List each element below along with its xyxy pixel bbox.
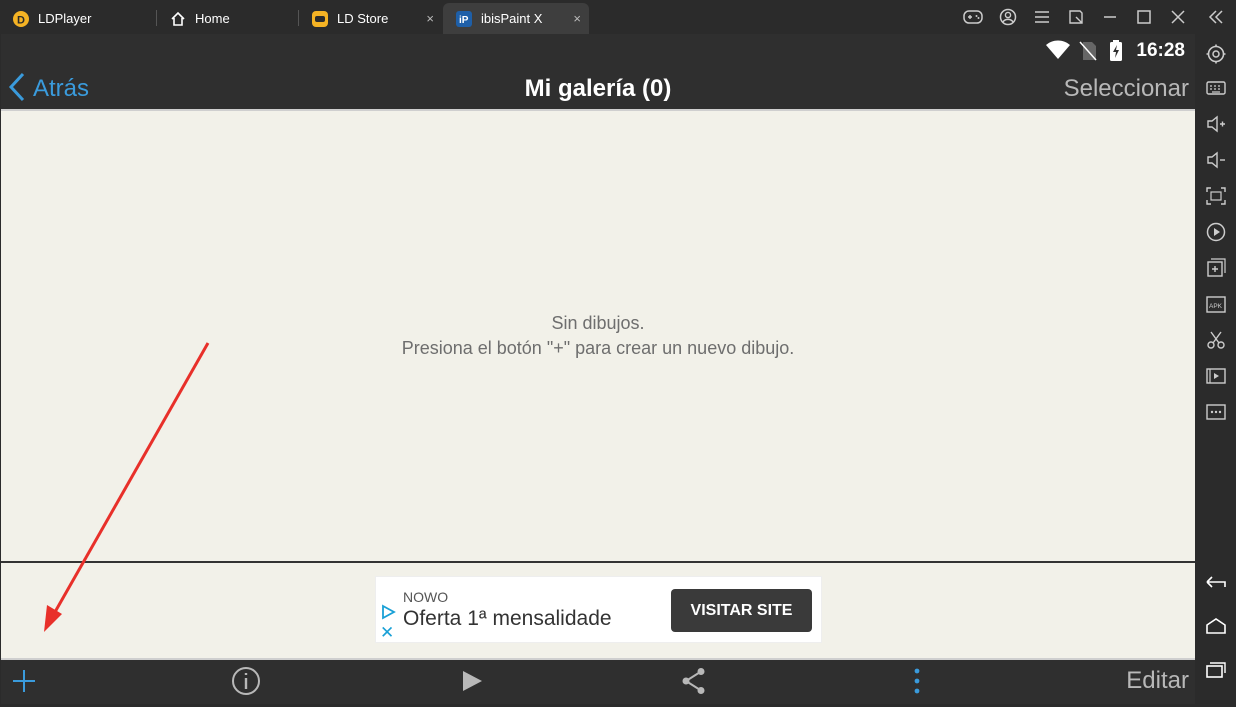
- play-button[interactable]: [457, 666, 487, 700]
- ldplayer-logo-icon: D: [12, 10, 30, 28]
- title-bar: D LDPlayer Home LD Store × iP ibisPaint …: [0, 0, 1236, 34]
- status-clock: 16:28: [1136, 40, 1185, 61]
- ad-banner[interactable]: ✕ NOWO Oferta 1ª mensalidade VISITAR SIT…: [375, 576, 822, 643]
- wifi-icon: [1045, 40, 1071, 65]
- gamepad-icon[interactable]: [963, 7, 983, 27]
- ad-divider: [1, 561, 1195, 563]
- apk-icon[interactable]: APK: [1204, 292, 1228, 316]
- empty-gallery-message: Sin dibujos. Presiona el botón "+" para …: [1, 311, 1195, 361]
- more-vertical-icon: [913, 667, 921, 700]
- no-sim-icon: [1079, 41, 1097, 66]
- edit-button[interactable]: Editar: [1126, 667, 1189, 695]
- page-title: Mi galería (0): [524, 75, 672, 102]
- adchoices-icon[interactable]: [380, 604, 396, 625]
- ldplayer-window: D LDPlayer Home LD Store × iP ibisPaint …: [0, 0, 1236, 707]
- ad-headline: Oferta 1ª mensalidade: [403, 607, 612, 630]
- scissors-icon[interactable]: [1204, 328, 1228, 352]
- tab-label: ibisPaint X: [481, 11, 543, 26]
- minimize-icon[interactable]: [1100, 7, 1120, 27]
- more-options-button[interactable]: [907, 666, 927, 700]
- add-window-icon[interactable]: [1204, 256, 1228, 280]
- recents-icon[interactable]: [1204, 658, 1228, 682]
- share-icon: [681, 667, 707, 700]
- volume-down-icon[interactable]: [1204, 148, 1228, 172]
- close-tab-icon[interactable]: ×: [426, 11, 434, 26]
- account-icon[interactable]: [998, 7, 1018, 27]
- collapse-icon[interactable]: [1206, 7, 1226, 27]
- maximize-icon[interactable]: [1134, 7, 1154, 27]
- fullscreen-icon[interactable]: [1204, 184, 1228, 208]
- tab-label: Home: [195, 11, 230, 26]
- add-drawing-button[interactable]: [9, 666, 39, 700]
- share-button[interactable]: [679, 666, 709, 700]
- svg-text:D: D: [17, 14, 25, 26]
- close-icon[interactable]: [1168, 7, 1188, 27]
- gamepad-store-icon: [311, 10, 329, 28]
- empty-line-1: Sin dibujos.: [551, 313, 645, 333]
- bottom-toolbar: Editar: [1, 658, 1195, 704]
- keyboard-icon[interactable]: [1204, 76, 1228, 100]
- menu-icon[interactable]: [1032, 7, 1052, 27]
- plus-icon: [11, 668, 37, 699]
- close-tab-icon[interactable]: ×: [573, 11, 581, 26]
- info-icon: [231, 666, 261, 701]
- info-button[interactable]: [229, 666, 263, 700]
- home-icon[interactable]: [1204, 614, 1228, 638]
- more-icon[interactable]: [1204, 400, 1228, 424]
- ad-close-icon[interactable]: ✕: [380, 624, 394, 641]
- settings-icon[interactable]: [1204, 42, 1228, 66]
- volume-up-icon[interactable]: [1204, 112, 1228, 136]
- tab-ld-store[interactable]: LD Store ×: [299, 3, 442, 34]
- tab-label: LD Store: [337, 11, 389, 26]
- select-button[interactable]: Seleccionar: [1064, 75, 1189, 103]
- tab-home[interactable]: Home: [157, 3, 297, 34]
- status-bar: 16:28: [1, 34, 1195, 66]
- home-icon: [169, 10, 187, 28]
- record-icon[interactable]: [1204, 220, 1228, 244]
- tab-ldplayer[interactable]: D LDPlayer: [0, 3, 156, 34]
- ibispaint-icon: iP: [455, 10, 473, 28]
- popout-icon[interactable]: [1066, 7, 1086, 27]
- battery-charging-icon: [1109, 40, 1123, 67]
- video-icon[interactable]: [1204, 364, 1228, 388]
- ad-cta-button[interactable]: VISITAR SITE: [671, 589, 812, 632]
- svg-text:APK: APK: [1209, 303, 1223, 310]
- ad-brand: NOWO: [403, 589, 449, 605]
- android-screen: 16:28 Atrás Mi galería (0) Seleccionar S…: [1, 34, 1195, 704]
- play-icon: [460, 669, 484, 698]
- tab-ibispaint[interactable]: iP ibisPaint X ×: [443, 3, 589, 34]
- back-icon[interactable]: [1204, 570, 1228, 594]
- side-toolbar: APK: [1196, 34, 1236, 707]
- empty-line-2: Presiona el botón "+" para crear un nuev…: [401, 338, 795, 358]
- nav-bar: Atrás Mi galería (0) Seleccionar: [1, 66, 1195, 111]
- svg-text:iP: iP: [459, 15, 469, 26]
- tab-label: LDPlayer: [38, 11, 92, 26]
